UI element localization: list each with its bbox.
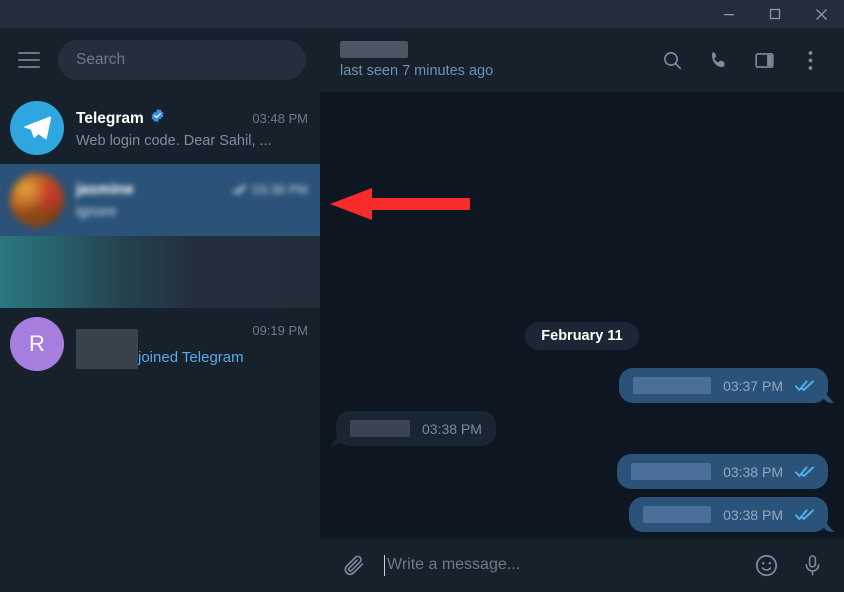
message-area: February 11 03:37 PM 03:38 PM 03:38 PM 0… — [320, 92, 844, 538]
redacted-name-block — [76, 328, 138, 369]
message-input[interactable]: Write a message... — [384, 554, 736, 576]
telegram-logo-icon — [10, 101, 64, 155]
chat-item-name: jasmine — [76, 180, 134, 198]
message-placeholder: Write a message... — [387, 556, 521, 573]
search-input[interactable]: Search — [58, 40, 306, 80]
title-bar — [0, 0, 844, 28]
chat-header: last seen 7 minutes ago — [320, 28, 844, 92]
double-check-icon — [795, 379, 814, 392]
message-row: 03:38 PM — [336, 411, 828, 446]
double-check-icon — [795, 465, 814, 478]
main-body: Search Telegram 03:48 PM Web login code.… — [0, 28, 844, 592]
chat-title-redacted — [340, 41, 408, 58]
message-bubble-outgoing[interactable]: 03:38 PM — [629, 497, 828, 532]
chat-list-item-telegram[interactable]: Telegram 03:48 PM Web login code. Dear S… — [0, 92, 320, 164]
date-separator: February 11 — [525, 322, 639, 350]
paperclip-icon[interactable] — [338, 549, 370, 581]
phone-icon[interactable] — [700, 42, 736, 78]
message-bubble-outgoing[interactable]: 03:37 PM — [619, 368, 828, 403]
chat-list-item-joined[interactable]: R 09:19 PM joined Telegram — [0, 308, 320, 380]
maximize-button[interactable] — [752, 0, 798, 28]
chat-item-time: 03:38 PM — [232, 182, 308, 198]
message-row: 03:38 PM — [336, 497, 828, 532]
message-time: 03:38 PM — [723, 506, 783, 523]
chat-list[interactable]: Telegram 03:48 PM Web login code. Dear S… — [0, 92, 320, 592]
message-time: 03:38 PM — [723, 463, 783, 480]
message-time: 03:38 PM — [422, 420, 482, 437]
message-row: 03:37 PM — [336, 368, 828, 403]
search-icon[interactable] — [654, 42, 690, 78]
chat-item-preview: ignore — [76, 203, 117, 220]
smiley-icon[interactable] — [750, 549, 782, 581]
redacted-message-text — [633, 377, 712, 394]
telegram-window: Search Telegram 03:48 PM Web login code.… — [0, 0, 844, 592]
redacted-message-text — [350, 420, 410, 437]
message-bubble-incoming[interactable]: 03:38 PM — [336, 411, 496, 446]
close-button[interactable] — [798, 0, 844, 28]
chat-list-item-selected[interactable]: jasmine 03:38 PM ignore — [0, 164, 320, 236]
sidebar: Search Telegram 03:48 PM Web login code.… — [0, 28, 320, 592]
redacted-message-text — [643, 506, 712, 523]
search-placeholder: Search — [76, 51, 126, 68]
more-vertical-icon[interactable] — [792, 42, 828, 78]
chat-item-preview: joined Telegram — [138, 348, 244, 366]
chat-panel: last seen 7 minutes ago February 11 03:3… — [320, 28, 844, 592]
verified-badge-icon — [150, 108, 165, 123]
message-time: 03:37 PM — [723, 377, 783, 394]
hamburger-icon[interactable] — [12, 43, 46, 77]
chat-item-time: 09:19 PM — [252, 322, 308, 338]
initial-avatar: R — [10, 317, 64, 371]
chat-item-meta: Telegram 03:48 PM Web login code. Dear S… — [76, 108, 308, 149]
chat-list-item-obscured[interactable] — [0, 236, 320, 308]
text-caret — [384, 554, 385, 576]
double-check-icon — [232, 183, 248, 198]
chat-item-name: Telegram — [76, 109, 144, 127]
message-row: 03:38 PM — [336, 454, 828, 489]
sidebar-toolbar: Search — [0, 28, 320, 92]
chat-status: last seen 7 minutes ago — [340, 63, 494, 79]
minimize-button[interactable] — [706, 0, 752, 28]
microphone-icon[interactable] — [796, 549, 828, 581]
double-check-icon — [795, 508, 814, 521]
contact-photo-avatar — [10, 173, 64, 227]
chat-item-time: 03:48 PM — [252, 110, 308, 126]
panel-toggle-icon[interactable] — [746, 42, 782, 78]
message-bubble-outgoing[interactable]: 03:38 PM — [617, 454, 828, 489]
chat-item-preview: Web login code. Dear Sahil, ... — [76, 132, 272, 149]
chat-header-info[interactable]: last seen 7 minutes ago — [340, 41, 644, 79]
date-separator-label: February 11 — [525, 322, 639, 350]
redacted-message-text — [631, 463, 712, 480]
chat-item-meta: jasmine 03:38 PM ignore — [76, 181, 308, 220]
chat-item-meta: 09:19 PM joined Telegram — [76, 322, 308, 369]
message-composer: Write a message... — [320, 538, 844, 592]
